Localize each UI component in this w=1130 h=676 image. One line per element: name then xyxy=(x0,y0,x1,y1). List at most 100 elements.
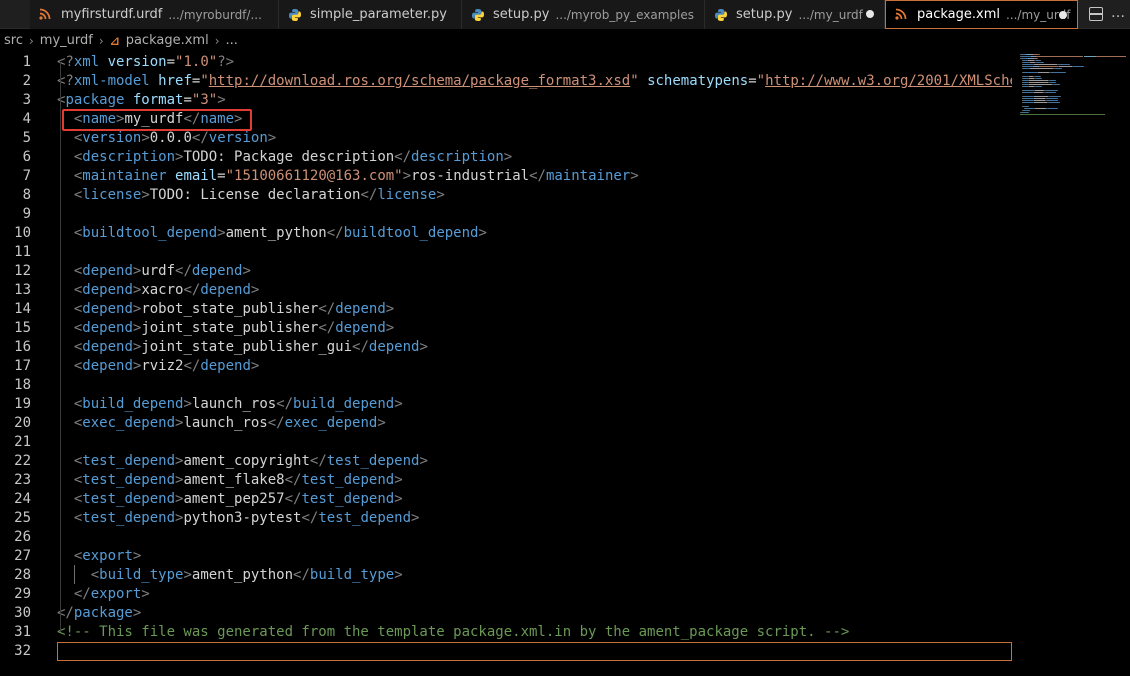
minimap-stroke xyxy=(1055,82,1056,83)
minimap[interactable] xyxy=(1016,52,1130,676)
minimap-stroke xyxy=(1059,84,1060,85)
tab-4[interactable]: package.xml .../my_urdf xyxy=(885,0,1078,29)
minimap-stroke xyxy=(1022,56,1031,57)
minimap-stroke xyxy=(1023,92,1033,93)
tab-label: setup.py xyxy=(493,7,550,22)
line-number: 29 xyxy=(14,586,31,602)
minimap-stroke xyxy=(1057,98,1058,99)
breadcrumb-item-folder[interactable]: my_urdf xyxy=(40,33,93,48)
code-text: <build_type>ament_python</build_type> xyxy=(90,567,403,583)
line-number: 11 xyxy=(14,244,31,260)
line-number: 26 xyxy=(14,529,31,545)
line-number: 8 xyxy=(22,187,31,203)
minimap-stroke xyxy=(1030,68,1053,69)
code-text: <exec_depend>launch_ros</exec_depend> xyxy=(73,415,386,431)
tab-label: myfirsturdf.urdf xyxy=(61,7,163,22)
code-line: 18 xyxy=(0,376,1012,395)
highlight-annotation-box xyxy=(62,109,252,131)
tab-0[interactable]: myfirsturdf.urdf .../myroburdf/... xyxy=(30,0,279,29)
code-text: <depend>urdf</depend> xyxy=(73,263,251,279)
line-number: 19 xyxy=(14,396,31,412)
unsaved-dot-icon[interactable] xyxy=(866,10,874,18)
line-number: 14 xyxy=(14,301,31,317)
line-number: 22 xyxy=(14,453,31,469)
code-text: <export> xyxy=(73,548,142,564)
code-text: <depend>joint_state_publisher_gui</depen… xyxy=(73,339,428,355)
breadcrumb-item-more[interactable]: ... xyxy=(226,33,238,48)
line-number: 10 xyxy=(14,225,31,241)
line-number: 7 xyxy=(22,168,31,184)
code-text: <test_depend>ament_pep257</test_depend> xyxy=(73,491,403,507)
minimap-stroke xyxy=(1023,100,1033,101)
line-number: 25 xyxy=(14,510,31,526)
code-text: <depend>joint_state_publisher</depend> xyxy=(73,320,395,336)
line-number: 24 xyxy=(14,491,31,507)
line-number: 28 xyxy=(14,567,31,583)
current-line-highlight xyxy=(57,642,1012,661)
minimap-stroke xyxy=(1020,114,1105,115)
code-text: <package format="3"> xyxy=(57,92,226,108)
tab-label: package.xml xyxy=(917,7,1000,22)
code-text: <depend>robot_state_publisher</depend> xyxy=(73,301,395,317)
breadcrumb-item-src[interactable]: src xyxy=(4,33,23,48)
code-line: 8 <license>TODO: License declaration</li… xyxy=(0,186,1012,205)
code-text: <description>TODO: Package description</… xyxy=(73,149,513,165)
line-number: 12 xyxy=(14,263,31,279)
minimap-stroke xyxy=(1038,54,1040,55)
code-line: 24 <test_depend>ament_pep257</test_depen… xyxy=(0,490,1012,509)
line-number: 20 xyxy=(14,415,31,431)
line-number: 30 xyxy=(14,605,31,621)
line-number: 16 xyxy=(14,339,31,355)
line-number: 6 xyxy=(22,149,31,165)
more-actions-icon[interactable]: … xyxy=(1111,5,1126,21)
minimap-stroke xyxy=(1048,108,1057,109)
minimap-stroke xyxy=(1034,98,1045,99)
tab-2[interactable]: setup.py .../myrob_py_examples xyxy=(462,0,705,29)
minimap-stroke xyxy=(1028,112,1029,113)
unsaved-dot-icon[interactable] xyxy=(1059,11,1067,19)
code-text: <build_depend>launch_ros</build_depend> xyxy=(73,396,403,412)
tab-description: .../myroburdf/... xyxy=(168,7,262,22)
code-text: <maintainer email="15100661120@163.com">… xyxy=(73,168,639,184)
minimap-stroke xyxy=(1029,110,1030,111)
indent-guide-active xyxy=(74,565,75,584)
minimap-stroke xyxy=(1046,90,1057,91)
breadcrumb-item-file[interactable]: package.xml xyxy=(126,33,209,48)
minimap-stroke xyxy=(1083,66,1084,67)
code-text: </export> xyxy=(73,586,150,602)
line-number: 3 xyxy=(22,92,31,108)
code-line: 22 <test_depend>ament_copyright</test_de… xyxy=(0,452,1012,471)
line-number: 15 xyxy=(14,320,31,336)
code-line: 26 xyxy=(0,528,1012,547)
code-line: 10 <buildtool_depend>ament_python</build… xyxy=(0,224,1012,243)
minimap-stroke xyxy=(1034,100,1045,101)
minimap-stroke xyxy=(1041,86,1042,87)
code-editor[interactable]: 1 <?xml version="1.0"?> 2 <?xml-model href=… xyxy=(0,52,1012,676)
code-text: <test_depend>python3-pytest</test_depend… xyxy=(73,510,420,526)
line-number: 1 xyxy=(22,54,31,70)
split-editor-icon[interactable] xyxy=(1089,7,1103,21)
minimap-stroke xyxy=(1047,100,1057,101)
minimap-stroke xyxy=(1047,98,1057,99)
minimap-stroke xyxy=(1069,64,1070,65)
tab-1[interactable]: simple_parameter.py xyxy=(279,0,462,29)
minimap-stroke xyxy=(1060,96,1061,97)
minimap-stroke xyxy=(1082,56,1083,57)
python-icon xyxy=(471,8,485,22)
code-line: 29 </export> xyxy=(0,585,1012,604)
minimap-stroke xyxy=(1057,108,1058,109)
tab-3[interactable]: setup.py .../my_urdf xyxy=(705,0,885,29)
minimap-stroke xyxy=(1084,56,1095,57)
code-line: 27 <export> xyxy=(0,547,1012,566)
minimap-stroke xyxy=(1028,106,1029,107)
code-text: <buildtool_depend>ament_python</buildtoo… xyxy=(73,225,487,241)
minimap-stroke xyxy=(1059,102,1060,103)
code-line: 20 <exec_depend>launch_ros</exec_depend> xyxy=(0,414,1012,433)
minimap-stroke xyxy=(1040,76,1041,77)
code-line: 2 <?xml-model href="http://download.ros.o… xyxy=(0,72,1012,91)
tab-description: .../myrob_py_examples xyxy=(555,7,694,22)
code-text: <depend>xacro</depend> xyxy=(73,282,260,298)
line-number: 31 xyxy=(14,624,31,640)
code-line: 19 <build_depend>launch_ros</build_depen… xyxy=(0,395,1012,414)
minimap-stroke xyxy=(1055,92,1056,93)
